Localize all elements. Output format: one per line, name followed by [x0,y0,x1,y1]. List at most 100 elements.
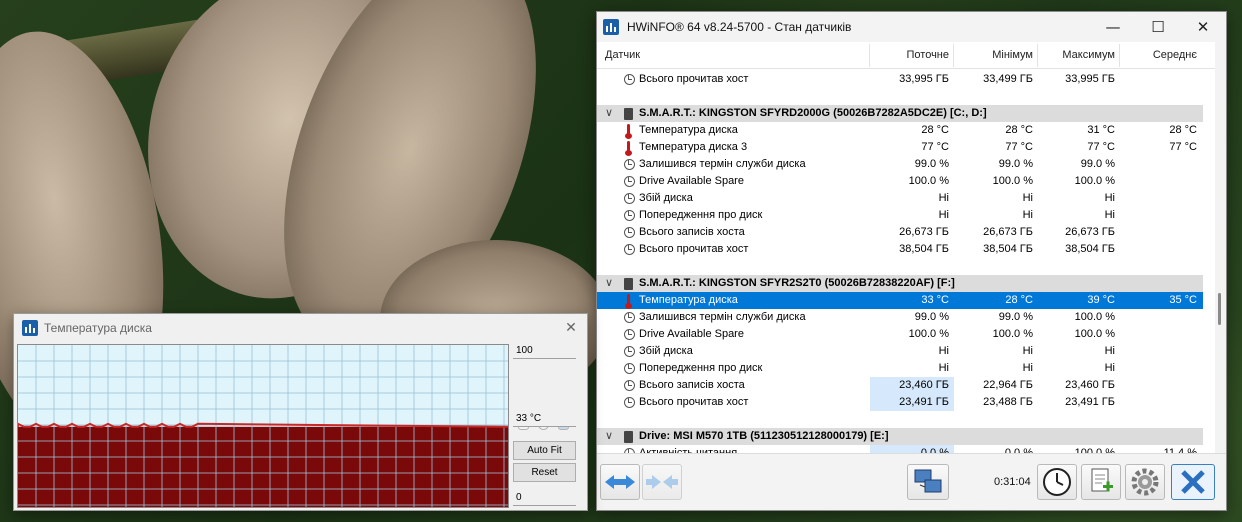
graph-fill-area [18,426,508,507]
thermometer-icon [625,124,632,139]
sensor-row[interactable]: Залишився термін служби диска 99.0 % 99.0 … [597,156,1203,173]
value-max: Ні [1104,362,1115,374]
value-current: 99.0 % [914,311,949,323]
scrollbar-thumb[interactable] [1218,293,1221,325]
sensor-row[interactable]: Drive Available Spare 100.0 % 100.0 % 100.0… [597,173,1203,190]
clock-icon [624,74,635,85]
thermometer-icon [625,294,632,309]
value-max: 26,673 ГБ [1065,226,1115,238]
sensor-row[interactable]: Залишився термін служби диска 99.0 % 99.0 … [597,309,1203,326]
nav-arrows-icon [605,475,635,489]
sensor-row[interactable]: Температура диска 3 77 °C 77 °C 77 °C 77 °C [597,139,1203,156]
sensor-label: Всього прочитав хост [639,243,749,255]
value-max: Ні [1104,209,1115,221]
value-min: 100.0 % [992,328,1033,340]
value-max: 39 °C [1087,294,1115,306]
sensor-group-row[interactable]: ∨ S.M.A.R.T.: KINGSTON SFYRD2000G (50026B… [597,105,1203,122]
close-button[interactable]: ✕ [1181,12,1225,42]
reset-button[interactable]: Reset [513,463,576,482]
sensor-row[interactable]: Температура диска 28 °C 28 °C 31 °C 28 °C [597,122,1203,139]
column-header-min[interactable]: Мінімум [953,42,1033,69]
collapse-button[interactable] [642,464,682,500]
chevron-down-icon[interactable]: ∨ [605,276,613,289]
sensor-row[interactable]: Drive Available Spare 100.0 % 100.0 % 100.0… [597,326,1203,343]
sensor-label: Всього записів хоста [639,226,745,238]
sensor-label: Drive Available Spare [639,175,744,187]
value-current: 33 °C [921,294,949,306]
column-header-avg[interactable]: Середнє [1119,42,1197,69]
value-avg: 28 °C [1169,124,1197,136]
sensor-label: Збій диска [639,192,693,204]
column-header-current[interactable]: Поточне [869,42,950,69]
maximize-button[interactable]: ☐ [1136,12,1180,42]
sensor-group-row[interactable]: ∨ S.M.A.R.T.: KINGSTON SFYR2S2T0 (50026B7… [597,275,1203,292]
chevron-down-icon[interactable]: ∨ [605,106,613,119]
sensor-row[interactable]: Всього записів хоста 26,673 ГБ 26,673 ГБ 26… [597,224,1203,241]
value-max: 23,460 ГБ [1065,379,1115,391]
report-button[interactable] [1081,464,1121,500]
group-label: S.M.A.R.T.: KINGSTON SFYRD2000G (50026B7… [639,107,987,119]
auto-fit-button[interactable]: Auto Fit [513,441,576,460]
value-min: 28 °C [1005,294,1033,306]
sensor-row[interactable]: Всього записів хоста 23,460 ГБ 22,964 ГБ 23… [597,377,1203,394]
reset-timer-button[interactable] [1037,464,1077,500]
chevron-down-icon[interactable]: ∨ [605,429,613,442]
column-header-max[interactable]: Максимум [1035,42,1115,69]
value-current: 38,504 ГБ [899,243,949,255]
value-avg: 77 °C [1169,141,1197,153]
network-icon [914,469,942,493]
value-max: 33,995 ГБ [1065,73,1115,85]
group-label: Drive: MSI M570 1TB (511230512128000179)… [639,430,889,442]
value-current: Ні [938,192,949,204]
value-current: 99.0 % [914,158,949,170]
value-min: 22,964 ГБ [983,379,1033,391]
sensor-row[interactable]: Збій диска Ні Ні Ні [597,343,1203,360]
spacer-row [597,411,1203,428]
sensor-row[interactable]: Всього прочитав хост 23,491 ГБ 23,488 ГБ 23… [597,394,1203,411]
network-button[interactable] [907,464,949,500]
group-label: S.M.A.R.T.: KINGSTON SFYR2S2T0 (50026B72… [639,277,955,289]
value-current: 100.0 % [908,328,949,340]
value-min: 38,504 ГБ [983,243,1033,255]
value-max: 100.0 % [1074,175,1115,187]
clock-icon [624,244,635,255]
close-x-icon [1181,470,1205,494]
sensor-row[interactable]: Збій диска Ні Ні Ні [597,190,1203,207]
clock-icon [624,380,635,391]
value-current: 26,673 ГБ [899,226,949,238]
sensor-row[interactable]: Всього прочитав хост 33,995 ГБ 33,499 ГБ 33… [597,71,1203,88]
settings-button[interactable] [1125,464,1165,500]
sensor-label: Всього прочитав хост [639,73,749,85]
column-header-sensor[interactable]: Датчик [605,42,640,69]
exit-button[interactable] [1171,464,1215,500]
value-max: 99.0 % [1080,158,1115,170]
sensor-row[interactable]: Температура диска 33 °C 28 °C 39 °C 35 °C [597,292,1203,309]
navigate-button[interactable] [600,464,640,500]
value-current: Ні [938,345,949,357]
sensor-group-row[interactable]: ∨ Drive: MSI M570 1TB (511230512128000179… [597,428,1203,445]
clock-icon [624,176,635,187]
minimize-button[interactable]: — [1091,12,1135,42]
value-current: Ні [938,362,949,374]
sensor-row[interactable]: Попередження про диск Ні Ні Ні [597,207,1203,224]
sensor-label: Всього прочитав хост [639,396,749,408]
value-current: 28 °C [921,124,949,136]
scale-min-field[interactable]: 0 [513,491,576,506]
sensor-label: Залишився термін служби диска [639,311,806,323]
current-value-field: 33 °C [513,412,576,427]
sensor-label: Температура диска [639,124,738,136]
graph-close-button[interactable]: ✕ [559,317,583,339]
clock-icon [624,159,635,170]
sensor-row[interactable]: Попередження про диск Ні Ні Ні [597,360,1203,377]
scale-max-field[interactable]: 100 [513,344,576,359]
value-min: 100.0 % [992,175,1033,187]
report-icon [1091,468,1113,492]
graph-side-panel: 100 33 °C Auto Fit Reset 0 [513,344,585,508]
drive-icon [624,108,633,120]
value-max: Ні [1104,345,1115,357]
sensor-row[interactable]: Активність читання 0.0 % 0.0 % 100.0 % 11.4 … [597,445,1203,453]
hwinfo-app-icon [22,320,38,336]
sensor-row[interactable]: Всього прочитав хост 38,504 ГБ 38,504 ГБ 38… [597,241,1203,258]
window-title: HWiNFO® 64 v8.24-5700 - Стан датчиків [627,20,852,34]
vertical-scrollbar[interactable] [1215,42,1226,453]
